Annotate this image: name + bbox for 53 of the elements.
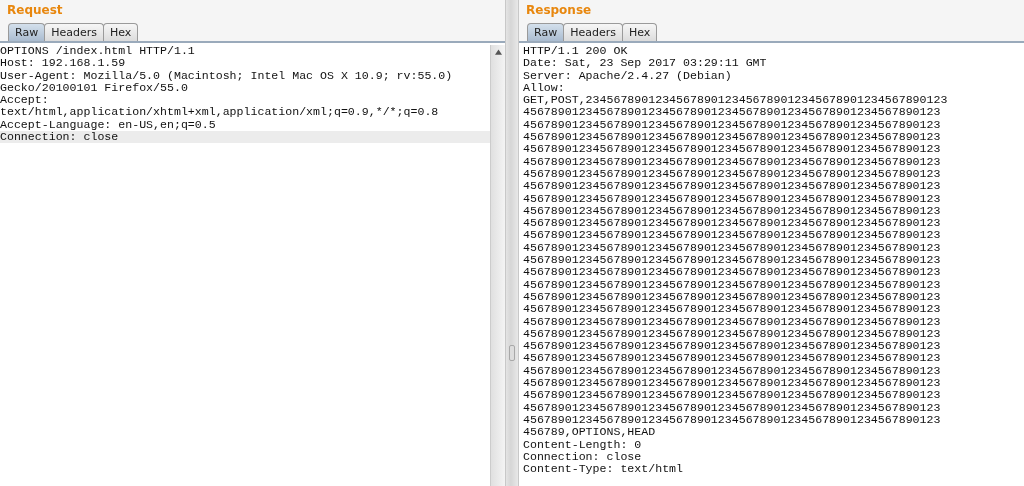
code-line: 456789012345678901234567890123456789012345678901234567890123: [522, 229, 942, 242]
code-line: Content-Type: text/html: [522, 463, 685, 476]
code-line: Content-Length: 0: [522, 438, 643, 451]
view-tab[interactable]: Hex: [621, 23, 658, 41]
code-line: 456789012345678901234567890123456789012345678901234567890123: [522, 377, 942, 390]
code-line: 456789012345678901234567890123456789012345678901234567890123: [522, 266, 942, 279]
scroll-up-icon[interactable]: [494, 49, 502, 55]
code-line: 456789012345678901234567890123456789012345678901234567890123: [522, 167, 942, 181]
code-line: Gecko/20100101 Firefox/55.0: [0, 81, 188, 95]
code-line: 456789012345678901234567890123456789012345678901234567890123: [522, 303, 942, 316]
code-line: text/html,application/xhtml+xml,application/xml;q=0.9,*/*;q=0.8: [0, 106, 440, 119]
panel-title: Response: [525, 2, 593, 19]
code-line: 456789012345678901234567890123456789012345678901234567890123: [522, 106, 942, 119]
code-line: 456789012345678901234567890123456789012345678901234567890123: [522, 118, 942, 132]
code-line: 456789012345678901234567890123456789012345678901234567890123: [522, 290, 942, 304]
code-line: 456789012345678901234567890123456789012345678901234567890123: [522, 131, 942, 144]
code-line: 456789012345678901234567890123456789012345678901234567890123: [522, 413, 942, 427]
view-tab[interactable]: Raw: [527, 23, 565, 41]
code-line: 456789012345678901234567890123456789012345678901234567890123: [522, 241, 942, 255]
code-line: 456789012345678901234567890123456789012345678901234567890123: [522, 401, 942, 414]
splitter-handle[interactable]: [509, 345, 515, 361]
code-line: 456789012345678901234567890123456789012345678901234567890123: [522, 327, 942, 341]
code-line: 456789012345678901234567890123456789012345678901234567890123: [522, 389, 942, 402]
code-line: HTTP/1.1 200 OK: [522, 45, 629, 58]
code-line: Server: Apache/2.4.27 (Debian): [522, 69, 733, 82]
code-line: Date: Sat, 23 Sep 2017 03:29:11 GMT: [522, 57, 768, 70]
view-tab[interactable]: Hex: [102, 23, 139, 41]
code-line: 456789012345678901234567890123456789012345678901234567890123: [522, 192, 942, 205]
code-line: 456789012345678901234567890123456789012345678901234567890123: [522, 352, 942, 365]
code-line: 456789012345678901234567890123456789012345678901234567890123: [522, 155, 942, 168]
code-line: 456789012345678901234567890123456789012345678901234567890123: [522, 340, 942, 353]
code-line: GET,POST,2345678901234567890123456789012345678901234567890123: [522, 94, 949, 107]
code-line: Connection: close: [522, 450, 643, 464]
code-line: 456789012345678901234567890123456789012345678901234567890123: [522, 217, 942, 230]
code-line: OPTIONS /index.html HTTP/1.1: [0, 45, 196, 58]
view-tab[interactable]: Headers: [44, 23, 104, 41]
code-line: 456789,OPTIONS,HEAD: [522, 426, 657, 439]
code-line: 456789012345678901234567890123456789012345678901234567890123: [522, 204, 942, 218]
code-line: 456789012345678901234567890123456789012345678901234567890123: [522, 364, 942, 377]
code-line: Accept:: [0, 94, 50, 107]
code-line: User-Agent: Mozilla/5.0 (Macintosh; Intel Mac OS X 10.9; rv:55.0): [0, 69, 454, 82]
code-line: 456789012345678901234567890123456789012345678901234567890123: [522, 180, 942, 193]
code-line: 456789012345678901234567890123456789012345678901234567890123: [522, 315, 942, 328]
scrollbar[interactable]: [490, 45, 505, 486]
view-tab[interactable]: Headers: [563, 23, 623, 41]
view-tab[interactable]: Raw: [8, 23, 46, 41]
code-line: 456789012345678901234567890123456789012345678901234567890123: [522, 254, 942, 267]
panel-title: Request: [6, 2, 64, 19]
code-line: 456789012345678901234567890123456789012345678901234567890123: [522, 143, 942, 156]
code-line: Host: 192.168.1.59: [0, 57, 127, 70]
code-line: Allow:: [522, 81, 566, 95]
code-line: 456789012345678901234567890123456789012345678901234567890123: [522, 278, 942, 291]
code-line: Accept-Language: en-US,en;q=0.5: [0, 118, 217, 132]
